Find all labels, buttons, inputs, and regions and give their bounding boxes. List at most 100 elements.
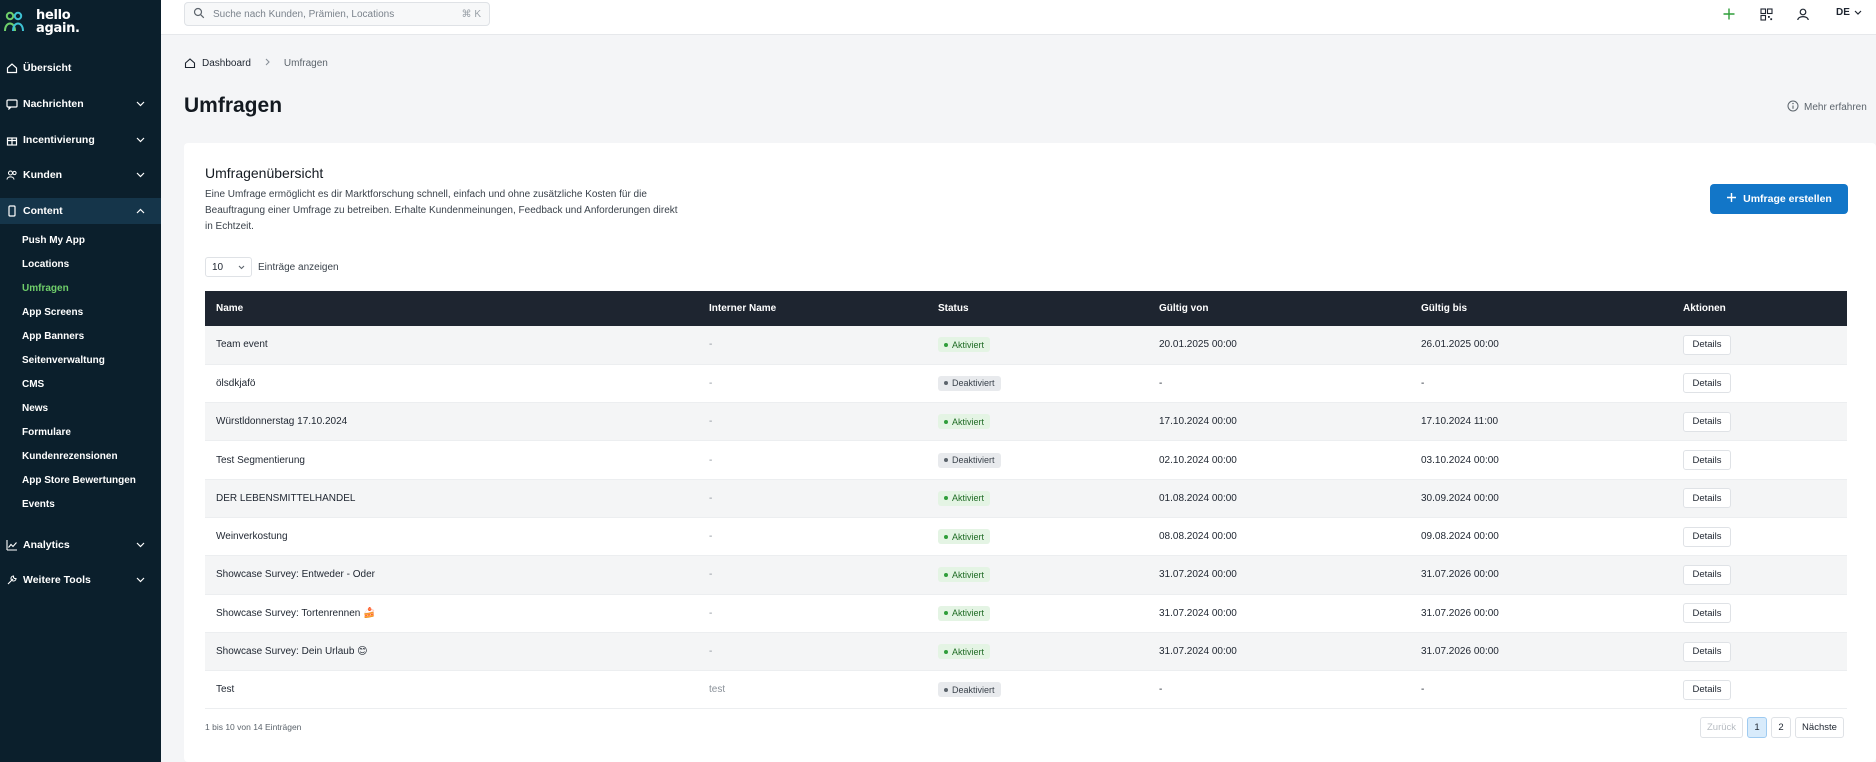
gift-icon — [5, 134, 18, 147]
sidebar: hello again. Übersicht Nachrichten Incen… — [0, 0, 161, 762]
pagination-page-1[interactable]: 1 — [1747, 717, 1768, 738]
cell-internal-name: - — [709, 377, 713, 389]
sidebar-item-weitere-tools[interactable]: Weitere Tools — [0, 569, 161, 591]
sidebar-item-incentivierung[interactable]: Incentivierung — [0, 129, 161, 151]
cell-valid-to: 03.10.2024 00:00 — [1421, 454, 1499, 466]
sidebar-subitem-push-my-app[interactable]: Push My App — [22, 235, 85, 246]
column-header-name[interactable]: Name — [205, 291, 698, 326]
sidebar-item-analytics[interactable]: Analytics — [0, 534, 161, 556]
status-dot-icon — [944, 381, 948, 386]
cell-valid-to: - — [1421, 684, 1425, 696]
details-button[interactable]: Details — [1683, 603, 1731, 624]
sidebar-item-label: Incentivierung — [23, 134, 95, 146]
home-icon[interactable] — [184, 57, 196, 69]
cell-valid-to: 31.07.2026 00:00 — [1421, 569, 1499, 581]
chevron-down-icon — [136, 98, 145, 110]
language-selector[interactable]: DE — [1836, 7, 1862, 18]
column-header-internal-name[interactable]: Interner Name — [698, 291, 927, 326]
status-label: Aktiviert — [952, 608, 985, 619]
page-size-select[interactable]: 10 — [205, 257, 252, 277]
learn-more-link[interactable]: Mehr erfahren — [1787, 100, 1867, 115]
logo[interactable]: hello again. — [4, 9, 80, 35]
cell-status: Aktiviert — [927, 556, 1148, 594]
details-button[interactable]: Details — [1683, 334, 1731, 355]
cell-valid-to: 30.09.2024 00:00 — [1421, 492, 1499, 504]
details-button[interactable]: Details — [1683, 373, 1731, 394]
status-label: Aktiviert — [952, 493, 985, 504]
cell-actions: Details — [1672, 517, 1847, 555]
plus-icon[interactable] — [1721, 6, 1737, 22]
cell-status: Aktiviert — [927, 326, 1148, 364]
chevron-down-icon — [136, 134, 145, 146]
status-dot-icon — [944, 649, 948, 654]
sidebar-item-label: Analytics — [23, 539, 70, 551]
cell-name: Team event — [216, 339, 268, 351]
sidebar-subitem-kundenrezensionen[interactable]: Kundenrezensionen — [22, 451, 118, 462]
search-input[interactable]: Suche nach Kunden, Prämien, Locations ⌘ … — [184, 2, 490, 26]
sidebar-subitem-app-banners[interactable]: App Banners — [22, 331, 84, 342]
details-button[interactable]: Details — [1683, 450, 1731, 471]
sidebar-item-nachrichten[interactable]: Nachrichten — [0, 93, 161, 115]
cell-internal-name: - — [709, 646, 713, 658]
table-row: ölsdkjafö - Deaktiviert - - Details — [205, 364, 1847, 403]
column-header-valid-to[interactable]: Gültig bis — [1410, 291, 1672, 326]
cell-valid-to: 09.08.2024 00:00 — [1421, 531, 1499, 543]
table-row: DER LEBENSMITTELHANDEL - Aktiviert 01.08.20… — [205, 479, 1847, 518]
page-size-control: 10 Einträge anzeigen — [205, 257, 339, 277]
cell-name: DER LEBENSMITTELHANDEL — [216, 492, 356, 504]
status-dot-icon — [944, 534, 948, 539]
pagination-page-2[interactable]: 2 — [1771, 717, 1792, 738]
sidebar-item-content[interactable]: Content — [0, 198, 161, 224]
cell-name: Showcase Survey: Tortenrennen 🍰 — [216, 607, 376, 619]
sidebar-item-uebersicht[interactable]: Übersicht — [0, 57, 161, 79]
details-button[interactable]: Details — [1683, 488, 1731, 509]
details-button[interactable]: Details — [1683, 526, 1731, 547]
cell-actions: Details — [1672, 556, 1847, 594]
sidebar-subitem-news[interactable]: News — [22, 403, 48, 414]
create-survey-button[interactable]: Umfrage erstellen — [1710, 184, 1848, 214]
details-button[interactable]: Details — [1683, 679, 1731, 700]
column-header-valid-from[interactable]: Gültig von — [1148, 291, 1410, 326]
sidebar-subitem-seitenverwaltung[interactable]: Seitenverwaltung — [22, 355, 105, 366]
sidebar-subitem-app-store-bewertungen[interactable]: App Store Bewertungen — [22, 475, 136, 486]
survey-overview-card: Umfragenübersicht Eine Umfrage ermöglich… — [184, 143, 1876, 762]
sidebar-subitem-app-screens[interactable]: App Screens — [22, 307, 83, 318]
user-icon[interactable] — [1795, 6, 1811, 22]
cell-internal-name: - — [709, 454, 713, 466]
table-info: 1 bis 10 von 14 Einträgen — [205, 722, 302, 732]
cell-name: Test Segmentierung — [216, 454, 305, 466]
sidebar-subitem-formulare[interactable]: Formulare — [22, 427, 71, 438]
search-icon — [193, 7, 205, 22]
status-label: Aktiviert — [952, 339, 985, 350]
sidebar-subitem-events[interactable]: Events — [22, 499, 55, 510]
sidebar-subitem-locations[interactable]: Locations — [22, 259, 69, 270]
cell-valid-from: 31.07.2024 00:00 — [1159, 569, 1237, 581]
cell-status: Deaktiviert — [927, 441, 1148, 479]
status-badge: Aktiviert — [938, 644, 991, 660]
chevron-down-icon — [136, 574, 145, 586]
chevron-down-icon — [238, 262, 245, 273]
logo-text-line2: again. — [36, 21, 80, 36]
status-label: Aktiviert — [952, 416, 985, 427]
cell-internal-name: - — [709, 416, 713, 428]
sidebar-subitem-umfragen[interactable]: Umfragen — [22, 283, 69, 294]
column-header-status[interactable]: Status — [927, 291, 1148, 326]
sidebar-item-label: Weitere Tools — [23, 574, 91, 586]
topbar: Suche nach Kunden, Prämien, Locations ⌘ … — [161, 0, 1876, 35]
qr-code-icon[interactable] — [1758, 6, 1774, 22]
details-button[interactable]: Details — [1683, 641, 1731, 662]
details-button[interactable]: Details — [1683, 411, 1731, 432]
breadcrumb-dashboard-link[interactable]: Dashboard — [202, 58, 251, 69]
cell-actions: Details — [1672, 441, 1847, 479]
sidebar-subitem-cms[interactable]: CMS — [22, 379, 44, 390]
pagination: Zurück 1 2 Nächste — [1700, 717, 1844, 738]
pagination-prev-button[interactable]: Zurück — [1700, 717, 1744, 738]
status-badge: Aktiviert — [938, 414, 991, 430]
pagination-next-button[interactable]: Nächste — [1795, 717, 1844, 738]
surveys-table: Name Interner Name Status Gültig von Gül… — [205, 291, 1847, 709]
details-button[interactable]: Details — [1683, 564, 1731, 585]
cell-actions: Details — [1672, 594, 1847, 632]
page-title: Umfragen — [184, 94, 283, 117]
sidebar-item-kunden[interactable]: Kunden — [0, 164, 161, 186]
table-row: Test Segmentierung - Deaktiviert 02.10.2024… — [205, 441, 1847, 480]
